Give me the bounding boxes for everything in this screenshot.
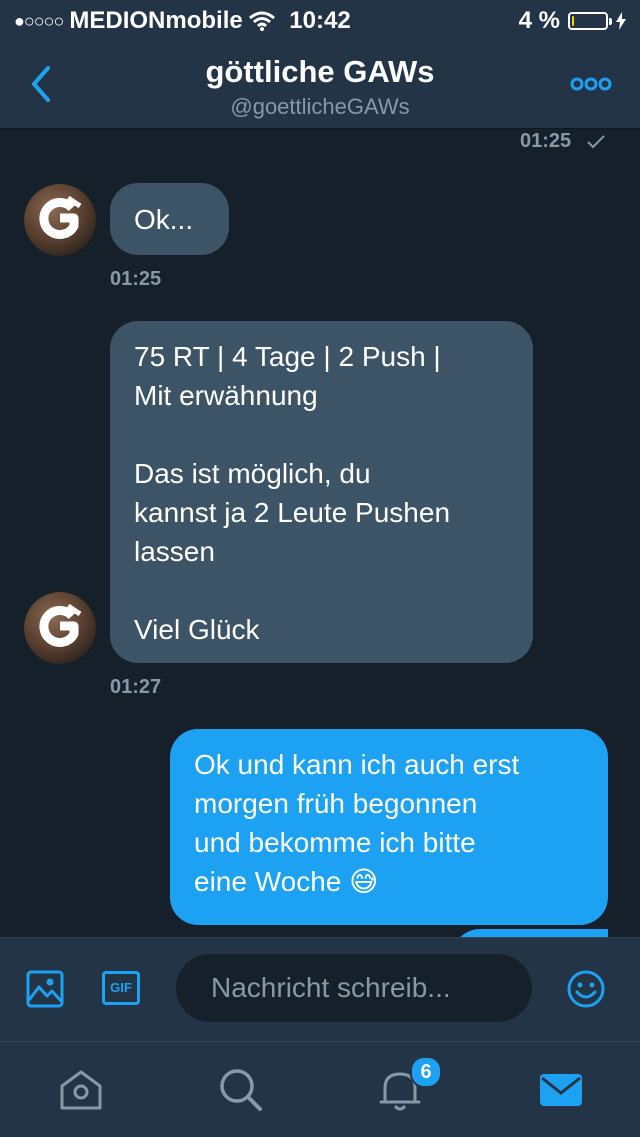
home-icon[interactable] bbox=[56, 1064, 106, 1114]
battery-info: 4 % bbox=[519, 7, 626, 35]
battery-percentage: 4 % bbox=[518, 7, 560, 34]
status-bar: ●○○○○ MEDIONmobile 10:42 4 % bbox=[0, 0, 640, 40]
conversation-title[interactable]: göttliche GAWs bbox=[0, 54, 640, 90]
search-icon[interactable] bbox=[215, 1064, 265, 1114]
avatar[interactable] bbox=[24, 184, 96, 256]
logo-g-icon bbox=[24, 184, 96, 256]
battery-level bbox=[572, 16, 574, 26]
emoji-icon[interactable] bbox=[566, 969, 606, 1009]
messages-icon[interactable] bbox=[536, 1064, 586, 1114]
message-text: Ok... bbox=[134, 204, 194, 235]
battery-icon bbox=[568, 12, 612, 30]
charging-icon bbox=[616, 12, 626, 30]
message-timestamp: 01:25 bbox=[110, 268, 162, 290]
message-composer: GIF Nachricht schreib... bbox=[0, 937, 640, 1042]
notifications-badge: 6 bbox=[410, 1056, 442, 1088]
outgoing-message-bubble-partial[interactable] bbox=[452, 929, 608, 937]
incoming-message-bubble[interactable]: 75 RT | 4 Tage | 2 Push | Mit erwähnung … bbox=[110, 321, 533, 663]
message-input[interactable]: Nachricht schreib... bbox=[176, 954, 532, 1022]
avatar[interactable] bbox=[24, 592, 96, 664]
message-timestamp: 01:27 bbox=[110, 676, 162, 698]
message-list[interactable]: 01:25 Ok... 01:25 75 RT | 4 Tage | 2 Pus… bbox=[0, 129, 640, 937]
image-icon[interactable] bbox=[26, 970, 64, 1008]
gif-button[interactable]: GIF bbox=[102, 971, 140, 1005]
incoming-message-bubble[interactable]: Ok... bbox=[110, 183, 229, 255]
outgoing-message-bubble[interactable]: Ok und kann ich auch erst morgen früh be… bbox=[170, 729, 608, 925]
more-options-icon[interactable] bbox=[570, 76, 612, 92]
logo-g-icon bbox=[24, 592, 96, 664]
message-text: Ok und kann ich auch erst morgen früh be… bbox=[194, 749, 520, 897]
message-text: 75 RT | 4 Tage | 2 Push | Mit erwähnung … bbox=[134, 341, 451, 645]
conversation-handle[interactable]: @goettlicheGAWs bbox=[0, 94, 640, 120]
tab-bar: 6 bbox=[0, 1041, 640, 1137]
conversation-header: göttliche GAWs @goettlicheGAWs bbox=[0, 40, 640, 129]
message-timestamp: 01:25 bbox=[520, 130, 572, 152]
read-check-icon bbox=[587, 135, 605, 149]
